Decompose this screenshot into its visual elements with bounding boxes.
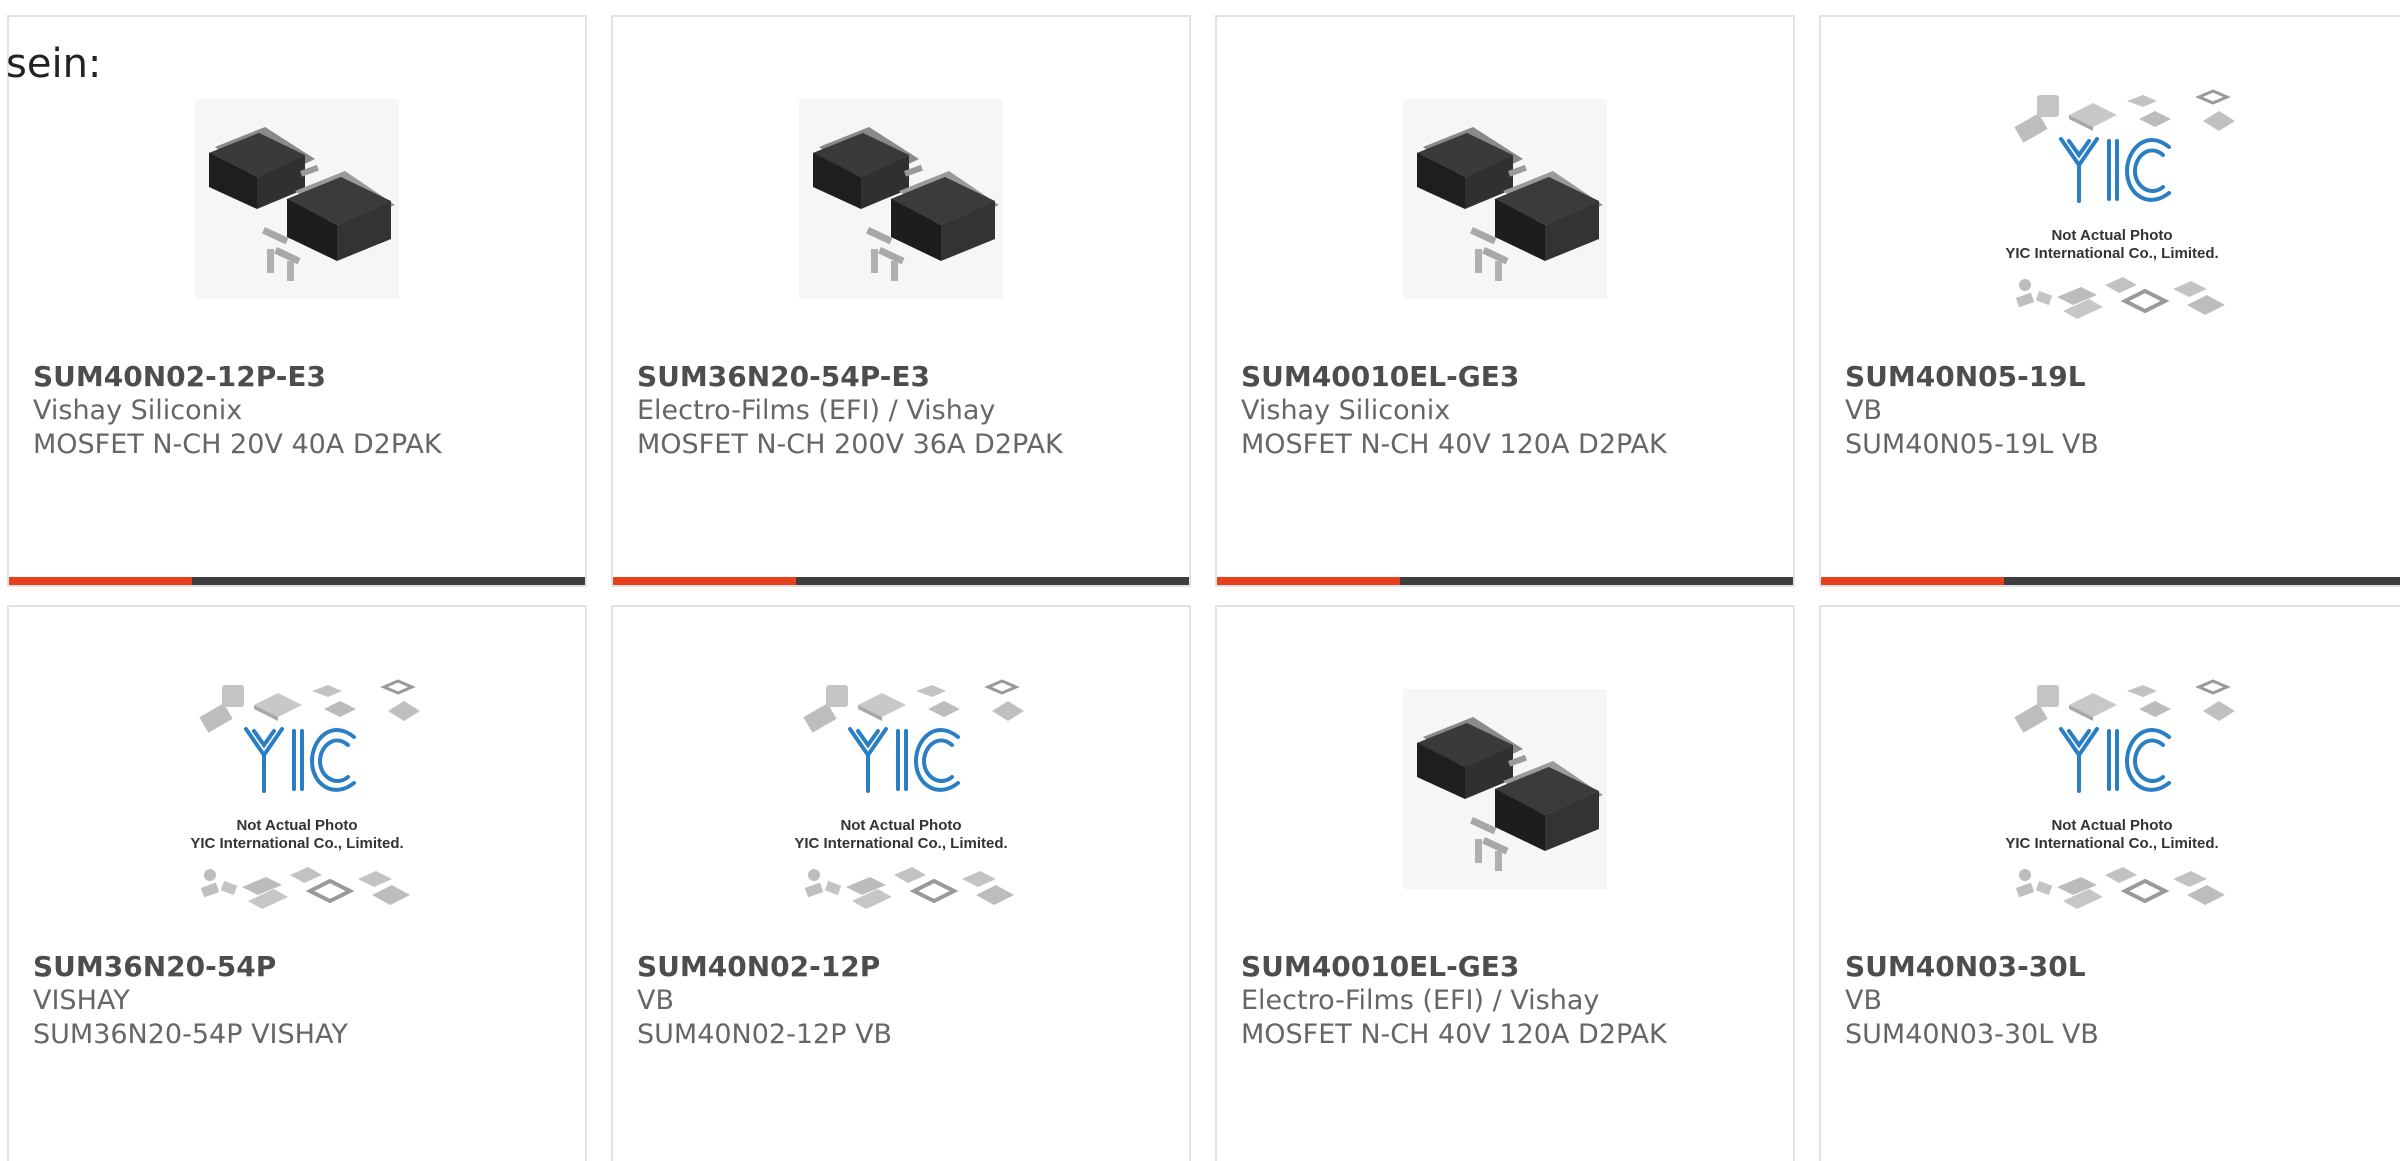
product-title[interactable]: SUM36N20-54P-E3 xyxy=(637,360,1063,394)
placeholder-line2: YIC International Co., Limited. xyxy=(2005,245,2219,262)
product-title[interactable]: SUM40N03-30L xyxy=(1845,950,2099,984)
product-description: SUM40N03-30L VB xyxy=(1845,1019,2099,1050)
product-card[interactable]: SUM36N20-54P-E3 Electro-Films (EFI) / Vi… xyxy=(611,15,1191,587)
product-description: SUM36N20-54P VISHAY xyxy=(33,1019,348,1050)
page: sein: SUM40N02-12P-E3 Vishay Siliconix M… xyxy=(0,0,2400,1161)
card-bar xyxy=(1217,577,1793,585)
product-title[interactable]: SUM40N05-19L xyxy=(1845,360,2099,394)
card-bar xyxy=(1821,577,2400,585)
product-image[interactable]: Not Actual Photo YIC International Co., … xyxy=(1821,669,2400,909)
product-manufacturer: Vishay Siliconix xyxy=(1241,395,1451,426)
product-card[interactable]: SUM40N02-12P-E3 Vishay Siliconix MOSFET … xyxy=(7,15,587,587)
product-image[interactable] xyxy=(1217,669,1793,909)
product-description: MOSFET N-CH 40V 120A D2PAK xyxy=(1241,1019,1667,1050)
product-description: MOSFET N-CH 200V 36A D2PAK xyxy=(637,429,1063,460)
d2pak-chip-photo xyxy=(799,99,1003,299)
placeholder-line1: Not Actual Photo xyxy=(236,817,358,834)
card-bar-accent xyxy=(9,577,192,585)
placeholder-line2: YIC International Co., Limited. xyxy=(2005,835,2219,852)
placeholder-caption: Not Actual Photo YIC International Co., … xyxy=(1977,227,2247,263)
card-bar-accent xyxy=(1821,577,2004,585)
product-title[interactable]: SUM40010EL-GE3 xyxy=(1241,950,1667,984)
product-image[interactable] xyxy=(1217,79,1793,319)
card-bar-accent xyxy=(613,577,796,585)
product-manufacturer: Electro-Films (EFI) / Vishay xyxy=(637,395,996,426)
product-title[interactable]: SUM40N02-12P xyxy=(637,950,892,984)
product-image[interactable] xyxy=(9,79,585,319)
yic-placeholder-image: Not Actual Photo YIC International Co., … xyxy=(1977,669,2247,909)
product-manufacturer: VISHAY xyxy=(33,985,130,1016)
card-bar-accent xyxy=(1217,577,1400,585)
product-manufacturer: Vishay Siliconix xyxy=(33,395,243,426)
product-card[interactable]: Not Actual Photo YIC International Co., … xyxy=(1819,605,2400,1161)
product-description: MOSFET N-CH 20V 40A D2PAK xyxy=(33,429,442,460)
product-card[interactable]: SUM40010EL-GE3 Vishay Siliconix MOSFET N… xyxy=(1215,15,1795,587)
placeholder-caption: Not Actual Photo YIC International Co., … xyxy=(766,817,1036,853)
product-card[interactable]: Not Actual Photo YIC International Co., … xyxy=(1819,15,2400,587)
product-manufacturer: VB xyxy=(1845,985,1882,1016)
placeholder-line1: Not Actual Photo xyxy=(2051,817,2173,834)
product-image[interactable]: Not Actual Photo YIC International Co., … xyxy=(9,669,585,909)
product-card[interactable]: Not Actual Photo YIC International Co., … xyxy=(7,605,587,1161)
placeholder-line1: Not Actual Photo xyxy=(840,817,962,834)
product-manufacturer: VB xyxy=(637,985,674,1016)
product-title[interactable]: SUM36N20-54P xyxy=(33,950,348,984)
product-image[interactable]: Not Actual Photo YIC International Co., … xyxy=(613,669,1189,909)
product-image[interactable]: Not Actual Photo YIC International Co., … xyxy=(1821,79,2400,319)
placeholder-caption: Not Actual Photo YIC International Co., … xyxy=(162,817,432,853)
placeholder-line2: YIC International Co., Limited. xyxy=(794,835,1008,852)
placeholder-caption: Not Actual Photo YIC International Co., … xyxy=(1977,817,2247,853)
d2pak-chip-photo xyxy=(195,99,399,299)
d2pak-chip-photo xyxy=(1403,689,1607,889)
product-card[interactable]: SUM40010EL-GE3 Electro-Films (EFI) / Vis… xyxy=(1215,605,1795,1161)
product-description: SUM40N05-19L VB xyxy=(1845,429,2099,460)
product-title[interactable]: SUM40N02-12P-E3 xyxy=(33,360,442,394)
placeholder-line1: Not Actual Photo xyxy=(2051,227,2173,244)
product-image[interactable] xyxy=(613,79,1189,319)
placeholder-line2: YIC International Co., Limited. xyxy=(190,835,404,852)
product-manufacturer: VB xyxy=(1845,395,1882,426)
product-description: MOSFET N-CH 40V 120A D2PAK xyxy=(1241,429,1667,460)
card-bar xyxy=(613,577,1189,585)
card-bar xyxy=(9,577,585,585)
d2pak-chip-photo xyxy=(1403,99,1607,299)
product-card[interactable]: Not Actual Photo YIC International Co., … xyxy=(611,605,1191,1161)
yic-placeholder-image: Not Actual Photo YIC International Co., … xyxy=(766,669,1036,909)
product-title[interactable]: SUM40010EL-GE3 xyxy=(1241,360,1667,394)
product-manufacturer: Electro-Films (EFI) / Vishay xyxy=(1241,985,1600,1016)
product-grid: SUM40N02-12P-E3 Vishay Siliconix MOSFET … xyxy=(7,15,2400,1161)
product-description: SUM40N02-12P VB xyxy=(637,1019,893,1050)
yic-placeholder-image: Not Actual Photo YIC International Co., … xyxy=(1977,79,2247,319)
intro-text: sein: xyxy=(6,41,102,87)
yic-placeholder-image: Not Actual Photo YIC International Co., … xyxy=(162,669,432,909)
